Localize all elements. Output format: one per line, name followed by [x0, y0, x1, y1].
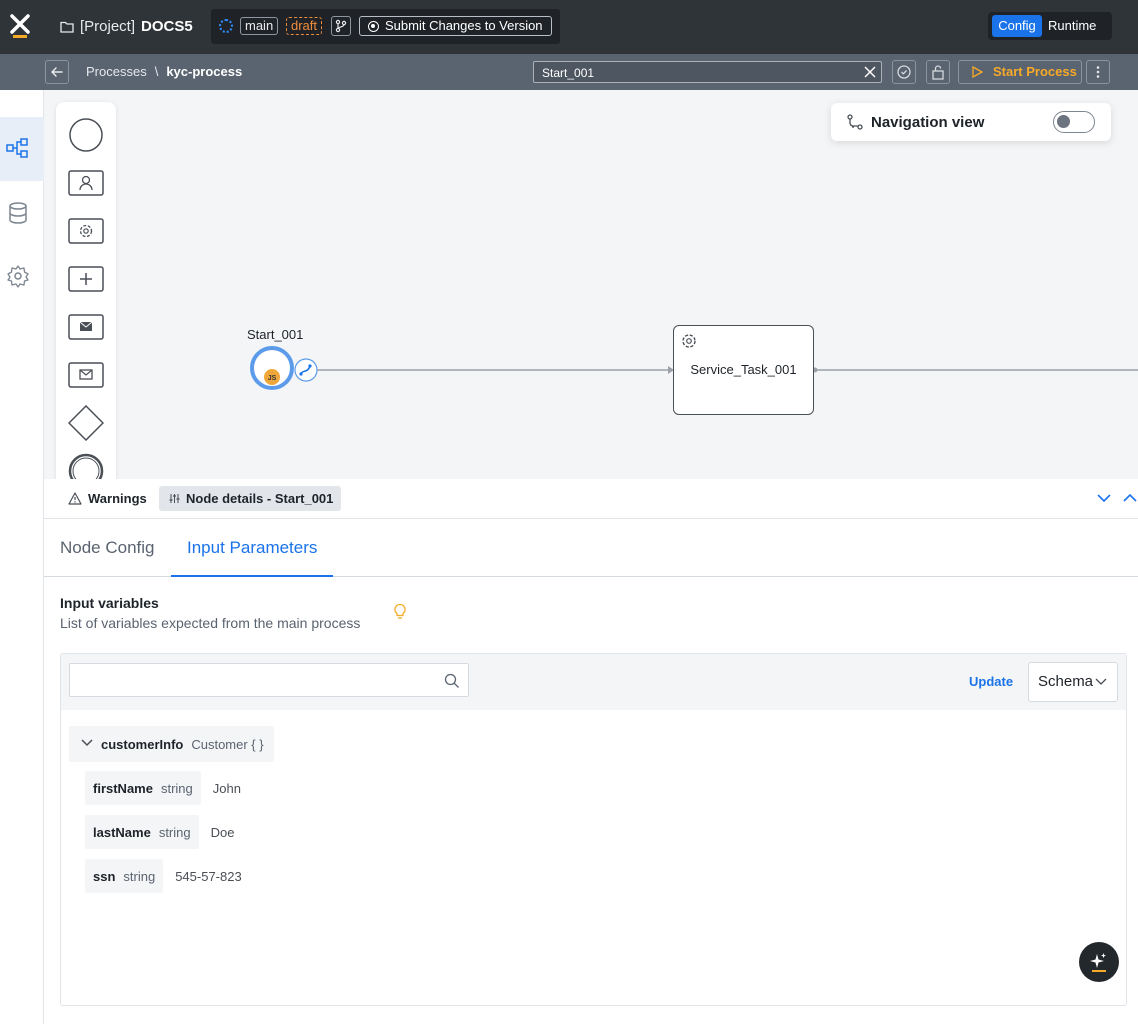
search-icon[interactable]: [444, 673, 460, 689]
gear-icon: [7, 265, 29, 288]
mode-switch: Config Runtime: [988, 12, 1112, 40]
back-button[interactable]: [45, 60, 69, 84]
variables-toolbar: Update Schema: [61, 654, 1126, 710]
service-task-label: Service_Task_001: [690, 362, 797, 377]
input-variables-title: Input variables: [60, 595, 159, 611]
variable-key[interactable]: ssn string: [85, 859, 164, 893]
chevron-down-icon[interactable]: [81, 739, 93, 747]
object-variable-type: Customer { }: [191, 736, 264, 752]
submit-changes-button[interactable]: Submit Changes to Version: [359, 16, 552, 36]
process-canvas[interactable]: Navigation view Start_001 JS Service_Tas…: [44, 90, 1138, 479]
check-circle-icon: [897, 65, 911, 79]
input-parameters-content: Input variables List of variables expect…: [44, 577, 1138, 1024]
variable-row: ssn string 545-57-823: [85, 859, 242, 893]
clear-icon[interactable]: [864, 66, 876, 78]
variables-search-input[interactable]: [78, 672, 438, 690]
chevron-up-icon[interactable]: [1122, 491, 1138, 505]
tab-node-config[interactable]: Node Config: [44, 519, 171, 577]
project-title[interactable]: [Project] DOCS5: [60, 18, 193, 35]
service-gear-icon: [682, 334, 696, 348]
lightbulb-icon[interactable]: [393, 603, 407, 620]
warnings-label: Warnings: [88, 491, 147, 506]
node-search-field: [533, 61, 882, 83]
sidebar-item-data[interactable]: [0, 181, 44, 245]
view-mode-select[interactable]: Schema: [1028, 662, 1118, 702]
variable-row: lastName string Doe: [85, 815, 234, 849]
start-process-button[interactable]: Start Process: [958, 60, 1082, 84]
sidebar-item-process[interactable]: [0, 117, 44, 181]
js-badge: JS: [268, 375, 277, 382]
node-search-input[interactable]: [542, 64, 842, 81]
variable-value: Doe: [210, 824, 235, 840]
sparkle-icon: [1090, 953, 1106, 972]
unlock-button[interactable]: [926, 60, 950, 84]
variable-key[interactable]: firstName string: [85, 771, 201, 805]
variable-name: firstName: [93, 780, 153, 796]
arrow-left-icon: [51, 67, 63, 77]
object-variable-row[interactable]: customerInfo Customer { }: [69, 726, 274, 762]
variable-type: string: [123, 868, 156, 884]
branch-badge[interactable]: main: [240, 17, 279, 35]
variables-box: Update Schema customerInfo Customer { } …: [60, 653, 1127, 1006]
validate-button[interactable]: [892, 60, 916, 84]
update-button[interactable]: Update: [969, 674, 1013, 689]
draft-status-badge: draft: [286, 17, 323, 35]
project-prefix: [Project]: [80, 18, 136, 35]
variable-value: 545-57-823: [175, 868, 242, 884]
warnings-tab[interactable]: Warnings: [68, 486, 147, 511]
sliders-icon: [169, 494, 180, 503]
variable-type: string: [158, 824, 191, 840]
warning-icon: [68, 492, 82, 505]
view-mode-value: Schema: [1038, 673, 1094, 690]
process-diagram-icon: [6, 138, 28, 158]
variable-name: lastName: [93, 824, 151, 840]
breadcrumb-current: kyc-process: [166, 64, 243, 79]
folder-icon: [60, 21, 74, 33]
panel-header: Warnings Node details - Start_001: [44, 479, 1138, 519]
sync-status-icon: [219, 19, 233, 33]
more-options-button[interactable]: [1086, 60, 1110, 84]
start-process-label: Start Process: [993, 64, 1077, 79]
left-sidebar: [0, 90, 44, 1024]
breadcrumb-processes[interactable]: Processes: [86, 64, 147, 79]
process-diagram: JS: [250, 346, 1138, 390]
panel-tabs: Node Config Input Parameters: [44, 519, 1138, 577]
git-branch-button[interactable]: [331, 16, 351, 36]
sidebar-item-settings[interactable]: [0, 245, 44, 309]
database-icon: [9, 202, 27, 224]
project-name: DOCS5: [141, 18, 193, 35]
more-vertical-icon: [1096, 66, 1100, 78]
runtime-mode-button[interactable]: Runtime: [1048, 15, 1096, 37]
breadcrumb: Processes \ kyc-process: [86, 64, 242, 79]
service-task-node[interactable]: Service_Task_001: [673, 325, 814, 415]
record-icon: [368, 21, 379, 32]
tab-input-parameters[interactable]: Input Parameters: [171, 519, 334, 577]
input-variables-subtitle: List of variables expected from the main…: [60, 615, 361, 631]
config-mode-button[interactable]: Config: [992, 15, 1042, 37]
top-bar: [Project] DOCS5 main draft Submit Change…: [0, 0, 1138, 54]
git-branch-icon: [335, 19, 347, 33]
chevron-down-icon[interactable]: [1096, 491, 1112, 505]
process-toolbar: Processes \ kyc-process Start Process: [0, 54, 1138, 90]
ai-assistant-button[interactable]: [1079, 942, 1119, 982]
version-bar: main draft Submit Changes to Version: [211, 9, 560, 44]
variables-search-field: [69, 663, 469, 697]
app-logo[interactable]: [9, 13, 31, 39]
chevron-down-icon: [1095, 678, 1107, 685]
submit-changes-label: Submit Changes to Version: [385, 18, 543, 33]
connect-handle[interactable]: [294, 358, 318, 382]
unlock-icon: [932, 65, 944, 80]
variable-value: John: [212, 780, 241, 796]
play-icon: [972, 66, 983, 78]
object-variable-name: customerInfo: [101, 736, 184, 752]
node-details-label: Node details - Start_001: [186, 491, 334, 506]
variable-key[interactable]: lastName string: [85, 815, 199, 849]
node-details-tab[interactable]: Node details - Start_001: [159, 486, 342, 511]
variable-name: ssn: [93, 868, 116, 884]
breadcrumb-separator: \: [154, 64, 159, 79]
variable-row: firstName string John: [85, 771, 241, 805]
start-event-node[interactable]: JS: [250, 346, 294, 390]
variable-type: string: [160, 780, 193, 796]
